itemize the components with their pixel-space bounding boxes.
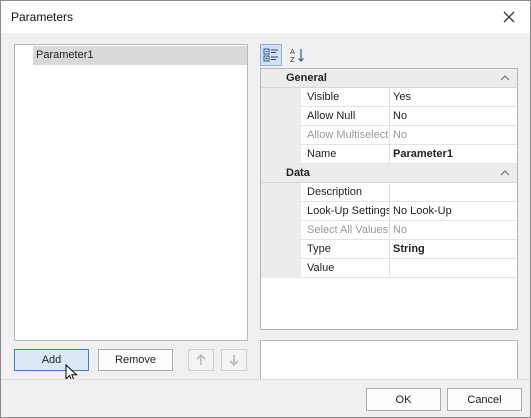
dialog-footer: OK Cancel (1, 379, 530, 417)
parameter-list[interactable]: Parameter1 (14, 44, 248, 341)
category-label: Data (286, 167, 310, 179)
chevron-up-icon[interactable] (499, 167, 511, 179)
property-row-select-all-values: Select All Values No (261, 221, 517, 240)
arrow-down-icon (229, 355, 239, 366)
property-row-allow-multiselect: Allow Multiselect No (261, 126, 517, 145)
alphabetical-sort-icon: A Z (290, 48, 304, 63)
property-name: Description (307, 186, 363, 198)
window-title: Parameters (11, 10, 74, 24)
property-grid-toolbar: A Z (260, 44, 518, 68)
close-icon (503, 11, 515, 23)
close-button[interactable] (494, 5, 524, 29)
category-data: Data (261, 164, 517, 183)
categorized-view-button[interactable] (260, 44, 282, 66)
svg-text:Z: Z (290, 56, 295, 63)
property-row-lookup-settings[interactable]: Look-Up Settings No Look-Up (261, 202, 517, 221)
property-row-allow-null[interactable]: Allow Null No (261, 107, 517, 126)
categorized-view-icon (263, 48, 278, 62)
move-down-button[interactable] (221, 349, 247, 371)
dialog-content: Parameter1 Add Remove A Z General Visibl… (1, 33, 530, 401)
property-name: Name (307, 148, 337, 160)
ok-button[interactable]: OK (366, 388, 441, 411)
remove-button[interactable]: Remove (98, 349, 173, 371)
property-row-visible[interactable]: Visible Yes (261, 88, 517, 107)
category-general: General (261, 69, 517, 88)
property-row-value[interactable]: Value (261, 259, 517, 278)
cancel-button[interactable]: Cancel (447, 388, 522, 411)
property-row-description[interactable]: Description (261, 183, 517, 202)
parameter-list-item[interactable]: Parameter1 (33, 46, 247, 65)
property-value[interactable]: No (393, 110, 515, 122)
property-name: Value (307, 262, 335, 274)
property-name: Allow Null (307, 110, 356, 122)
arrow-up-icon (196, 354, 206, 365)
property-value[interactable]: No Look-Up (393, 205, 515, 217)
move-up-button[interactable] (188, 349, 214, 371)
parameters-dialog: Parameters Parameter1 Add Remove A Z Gen… (0, 0, 531, 418)
property-name: Look-Up Settings (307, 205, 389, 217)
svg-text:A: A (290, 48, 295, 56)
property-value: No (393, 129, 408, 141)
property-name: Type (307, 243, 331, 255)
property-value: No (393, 224, 408, 236)
property-row-type[interactable]: Type String (261, 240, 517, 259)
property-grid: General Visible Yes Allow Null No Allow … (260, 68, 518, 330)
property-name: Select All Values (307, 224, 389, 236)
property-value[interactable]: Parameter1 (393, 148, 515, 160)
property-row-name[interactable]: Name Parameter1 (261, 145, 517, 164)
category-label: General (286, 72, 327, 84)
property-value[interactable]: Yes (393, 91, 515, 103)
alphabetical-sort-button[interactable]: A Z (286, 44, 308, 66)
chevron-up-icon[interactable] (499, 72, 511, 84)
property-name: Allow Multiselect (307, 129, 389, 141)
property-name: Visible (307, 91, 340, 103)
title-bar: Parameters (1, 1, 530, 33)
property-value[interactable]: String (393, 243, 515, 255)
